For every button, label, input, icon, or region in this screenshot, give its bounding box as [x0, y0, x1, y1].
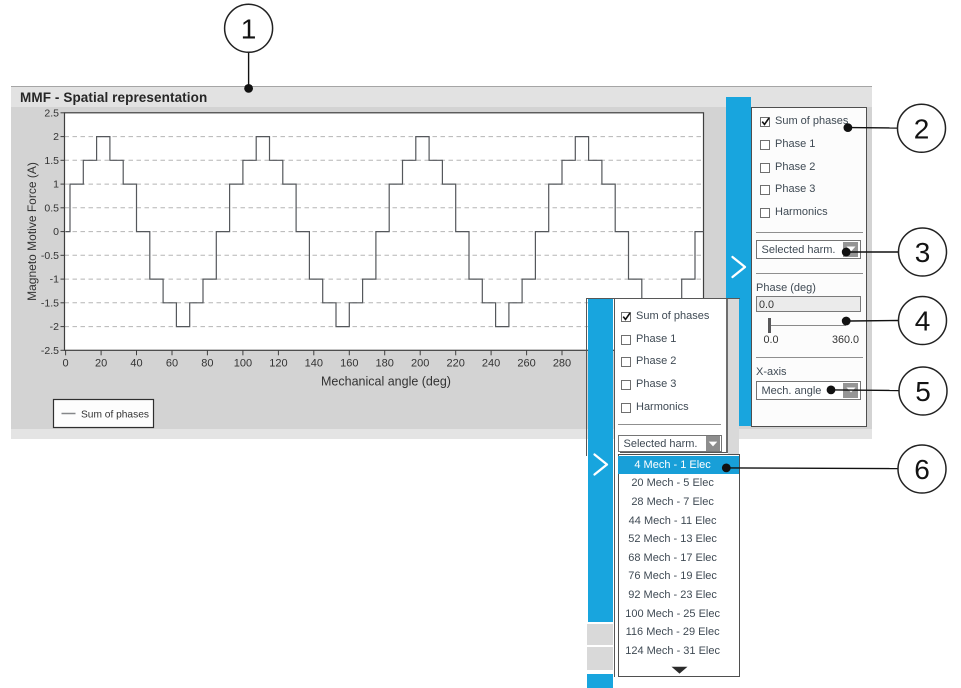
- svg-text:4: 4: [915, 306, 931, 337]
- svg-text:3: 3: [915, 237, 931, 268]
- svg-text:6: 6: [914, 454, 930, 485]
- svg-text:5: 5: [915, 376, 931, 407]
- svg-text:2: 2: [914, 113, 930, 144]
- svg-text:1: 1: [241, 13, 257, 44]
